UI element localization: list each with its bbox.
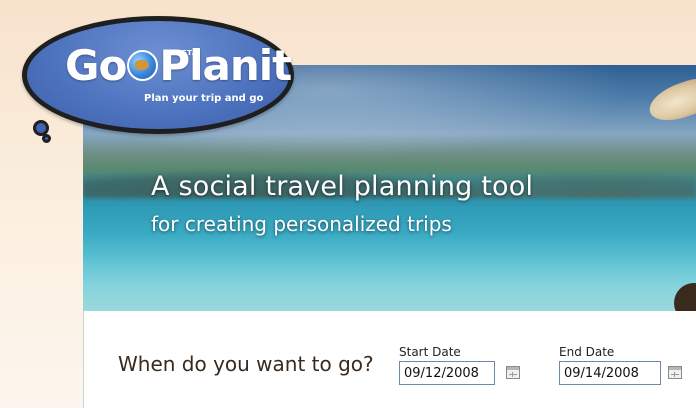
- start-date-label: Start Date: [399, 345, 461, 359]
- end-date-input[interactable]: [559, 361, 661, 385]
- globe-icon: [127, 50, 159, 81]
- end-date-label: End Date: [559, 345, 615, 359]
- when-question: When do you want to go?: [118, 352, 374, 376]
- beta-badge: BETA: [176, 49, 198, 57]
- hero-title: A social travel planning tool: [151, 171, 534, 202]
- hero-subtitle: for creating personalized trips: [151, 212, 452, 236]
- bubble-dot-small: [42, 134, 51, 143]
- calendar-icon[interactable]: [668, 366, 682, 379]
- calendar-icon[interactable]: [506, 366, 520, 379]
- hero-rock-decoration: [674, 283, 696, 311]
- trip-form: When do you want to go? Start Date End D…: [83, 311, 696, 408]
- logo[interactable]: Go Planit BETA Plan your trip and go: [22, 16, 294, 134]
- logo-go: Go: [65, 41, 127, 90]
- start-date-input[interactable]: [399, 361, 495, 385]
- logo-tagline: Plan your trip and go: [144, 93, 264, 104]
